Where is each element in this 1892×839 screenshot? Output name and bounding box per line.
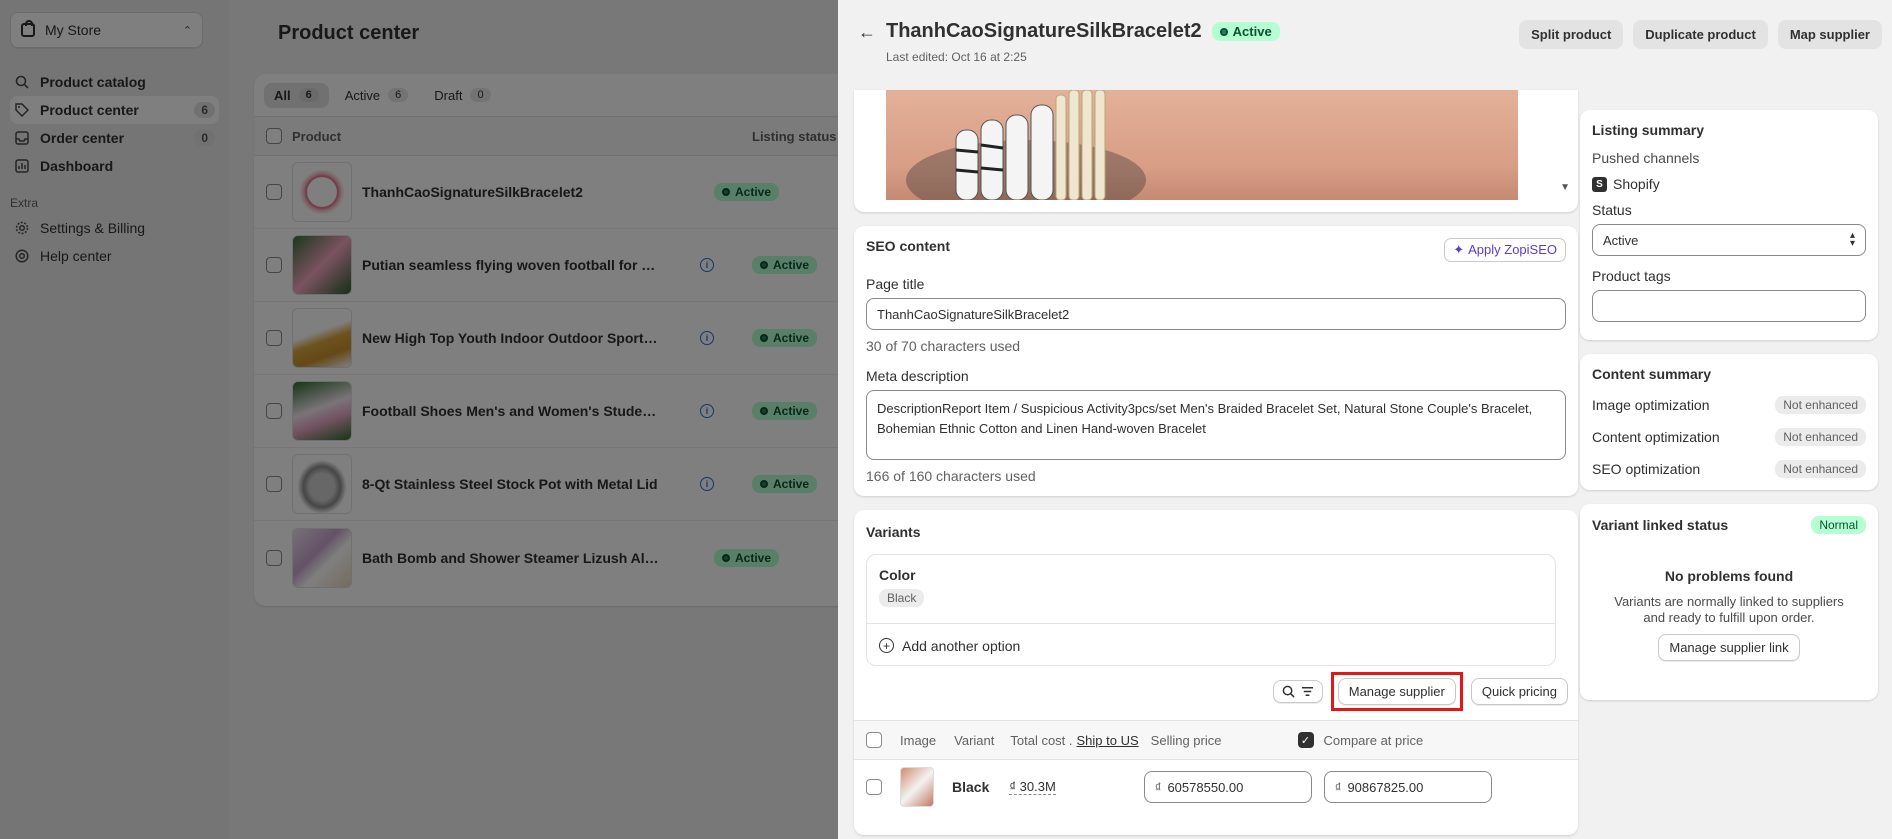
media-card: ▼ — [854, 90, 1578, 212]
listing-summary-heading: Listing summary — [1592, 122, 1705, 138]
seo-card: SEO content ✦ Apply ZopiSEO Page title Th… — [854, 226, 1578, 496]
seo-optimization-row: SEO optimization Not enhanced — [1592, 460, 1866, 478]
manage-link-wrap: Manage supplier link — [1592, 634, 1866, 661]
map-supplier-button[interactable]: Map supplier — [1777, 20, 1882, 49]
option-row[interactable]: Color Black — [867, 555, 1555, 607]
col-total-cost: Total cost . — [1010, 732, 1073, 748]
option-box: Color Black + Add another option — [866, 554, 1556, 666]
manage-supplier-highlight: Manage supplier — [1330, 672, 1463, 711]
manage-supplier-button[interactable]: Manage supplier — [1337, 678, 1456, 705]
product-title-wrap: ThanhCaoSignatureSilkBracelet2 Active — [886, 20, 1280, 43]
col-variant: Variant — [954, 732, 995, 748]
header-actions: Split product Duplicate product Map supp… — [1519, 20, 1882, 49]
add-option-row[interactable]: + Add another option — [867, 623, 1555, 667]
compare-price-value: 90867825.00 — [1347, 779, 1424, 795]
quick-pricing-button[interactable]: Quick pricing — [1470, 678, 1568, 705]
magic-wand-icon: ✦ — [1453, 242, 1465, 257]
currency-prefix: ₫ — [1334, 779, 1342, 795]
vlink-heading: Variant linked status — [1592, 517, 1729, 533]
col-compare-price: Compare at price — [1323, 732, 1424, 748]
panel-header: ← ThanhCaoSignatureSilkBracelet2 Active … — [838, 0, 1892, 90]
last-edited: Last edited: Oct 16 at 2:25 — [886, 50, 1027, 64]
compare-checkbox[interactable]: ✓ — [1297, 732, 1314, 748]
option-name: Color — [879, 567, 916, 583]
status-badge: Not enhanced — [1775, 396, 1866, 414]
ship-to-link[interactable]: Ship to US — [1077, 733, 1139, 748]
listing-summary-card: Listing summary Pushed channels S Shopif… — [1580, 110, 1878, 340]
add-option-label: Add another option — [902, 637, 1021, 654]
variant-total-cost[interactable]: ₫ 30.3M — [1009, 779, 1056, 795]
status-select-value: Active — [1603, 232, 1639, 248]
meta-description-label: Meta description — [866, 368, 969, 384]
normal-badge: Normal — [1811, 516, 1866, 534]
duplicate-product-button[interactable]: Duplicate product — [1633, 20, 1768, 49]
select-all-variants-checkbox[interactable] — [866, 732, 882, 748]
channel-row: S Shopify — [1592, 176, 1866, 192]
variants-heading: Variants — [866, 524, 921, 540]
product-image — [886, 90, 1518, 200]
product-title: ThanhCaoSignatureSilkBracelet2 — [886, 20, 1202, 42]
search-filter-button[interactable] — [1272, 680, 1323, 703]
product-tags-label: Product tags — [1592, 268, 1671, 284]
content-summary-heading: Content summary — [1592, 366, 1712, 382]
variant-row-checkbox[interactable] — [866, 779, 882, 795]
bracelet-image — [906, 90, 1146, 200]
page-title-count: 30 of 70 characters used — [866, 338, 1021, 354]
status-dot-icon — [1219, 27, 1228, 36]
status-text: Active — [1232, 24, 1272, 39]
scroll-down-icon[interactable]: ▼ — [1560, 182, 1570, 193]
shopify-icon: S — [1592, 176, 1607, 192]
currency-prefix: ₫ — [1154, 779, 1162, 795]
page-title-label: Page title — [866, 276, 925, 292]
content-optimization-row: Content optimization Not enhanced — [1592, 428, 1866, 446]
search-icon — [1282, 685, 1295, 698]
product-tags-input[interactable] — [1592, 290, 1866, 322]
chevron-updown-icon: ▴ ▾ — [1849, 230, 1855, 249]
image-optimization-row: Image optimization Not enhanced — [1592, 396, 1866, 414]
plus-circle-icon: + — [879, 638, 894, 653]
meta-description-input[interactable]: DescriptionReport Item / Suspicious Acti… — [866, 390, 1566, 460]
status-label: Status — [1592, 202, 1632, 218]
variant-toolbar: Manage supplier Quick pricing — [1272, 672, 1568, 711]
option-value-tag: Black — [879, 589, 925, 607]
row-label: Image optimization — [1592, 397, 1710, 413]
filter-icon — [1301, 687, 1313, 696]
content-summary-card: Content summary Image optimization Not en… — [1580, 354, 1878, 490]
page-title-input[interactable]: ThanhCaoSignatureSilkBracelet2 — [866, 298, 1566, 330]
button-label: Apply ZopiSEO — [1468, 242, 1557, 257]
variants-card: Variants Color Black + Add another optio… — [854, 510, 1578, 835]
manage-supplier-link-button[interactable]: Manage supplier link — [1658, 634, 1800, 661]
variant-linked-status-card: Variant linked status Normal No problems… — [1580, 504, 1878, 700]
product-detail-panel: ← ThanhCaoSignatureSilkBracelet2 Active … — [838, 0, 1892, 839]
apply-zopiseo-button[interactable]: ✦ Apply ZopiSEO — [1444, 238, 1566, 262]
variants-table-header: Image Variant Total cost . Ship to US Se… — [854, 720, 1578, 760]
col-selling-price: Selling price — [1150, 732, 1222, 748]
status-select[interactable]: Active ▴ ▾ — [1592, 224, 1866, 256]
variant-thumbnail — [900, 767, 934, 807]
variant-name: Black — [952, 779, 990, 795]
vlink-header: Variant linked status Normal — [1592, 516, 1866, 534]
status-badge: Not enhanced — [1775, 460, 1866, 478]
meta-description-count: 166 of 160 characters used — [866, 468, 1036, 484]
selling-price-input[interactable]: ₫ 60578550.00 — [1143, 771, 1312, 803]
status-badge: Not enhanced — [1775, 428, 1866, 446]
col-image: Image — [900, 732, 937, 748]
pushed-channels-label: Pushed channels — [1592, 150, 1700, 166]
no-problems-desc: Variants are normally linked to supplier… — [1614, 594, 1844, 625]
split-product-button[interactable]: Split product — [1519, 20, 1624, 49]
row-label: SEO optimization — [1592, 461, 1701, 477]
compare-price-input[interactable]: ₫ 90867825.00 — [1323, 771, 1492, 803]
back-arrow-icon[interactable]: ← — [858, 22, 876, 43]
status-badge: Active — [1211, 22, 1280, 41]
channel-name: Shopify — [1613, 176, 1660, 192]
selling-price-value: 60578550.00 — [1167, 779, 1244, 795]
no-problems-title: No problems found — [1664, 568, 1794, 584]
variant-row[interactable]: Black ₫ 30.3M ₫ 60578550.00 ₫ 90867825.0… — [854, 760, 1578, 814]
row-label: Content optimization — [1592, 429, 1720, 445]
